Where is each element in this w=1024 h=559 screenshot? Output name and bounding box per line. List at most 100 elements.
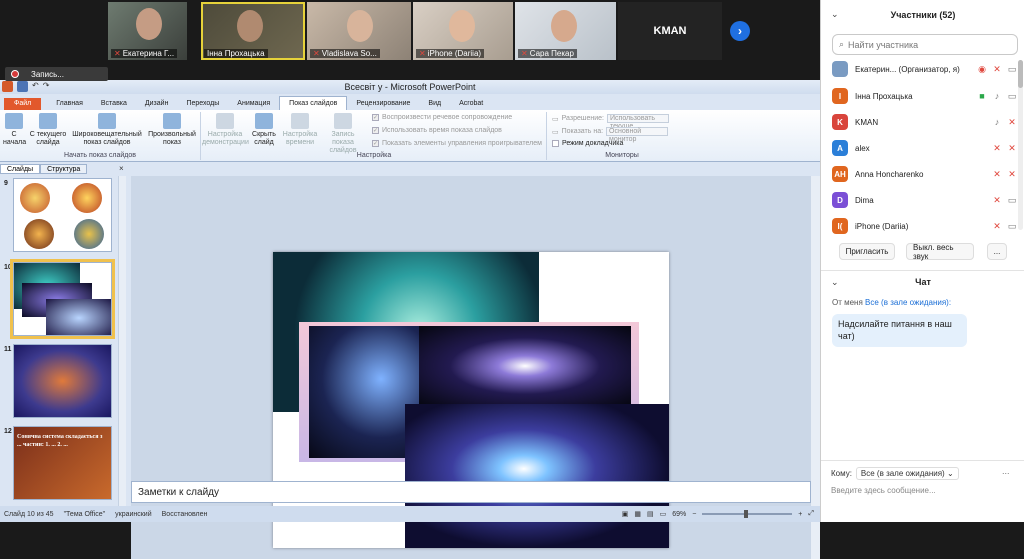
recording-indicator[interactable]: Запись... bbox=[5, 67, 108, 81]
video-icon[interactable]: ▭ bbox=[1006, 91, 1018, 102]
slide-thumbnail[interactable] bbox=[13, 178, 112, 252]
save-icon[interactable] bbox=[17, 81, 28, 92]
setup-label: Настройка демонстрации bbox=[202, 131, 249, 146]
use-timings-label: Использовать время показа слайдов bbox=[382, 127, 502, 134]
from-current-slide-button[interactable]: С текущего слайда bbox=[29, 113, 67, 147]
mic-muted-icon[interactable]: ✕ bbox=[991, 221, 1003, 232]
record-label: Запись показа слайдов bbox=[329, 131, 357, 154]
video-off-icon[interactable]: ✕ bbox=[1006, 117, 1018, 128]
slide[interactable] bbox=[273, 252, 669, 548]
canvas-scrollbar[interactable] bbox=[811, 176, 820, 559]
tab-transitions[interactable]: Переходы bbox=[177, 98, 228, 110]
video-tile-active-speaker[interactable]: Інна Прохацька bbox=[201, 2, 305, 60]
chat-recipient[interactable]: Все (в зале ожидания): bbox=[865, 298, 951, 307]
tab-animations[interactable]: Анимация bbox=[228, 98, 279, 110]
tab-file[interactable]: Файл bbox=[4, 98, 42, 110]
participant-row[interactable]: A alex ✕ ✕ bbox=[832, 137, 1018, 159]
tab-design[interactable]: Дизайн bbox=[136, 98, 178, 110]
video-off-icon[interactable]: ✕ bbox=[1006, 169, 1018, 180]
mic-muted-icon[interactable]: ✕ bbox=[991, 64, 1003, 75]
video-icon[interactable]: ▭ bbox=[1006, 221, 1018, 232]
presenter-view-checkbox[interactable]: Режим докладчика bbox=[552, 140, 623, 147]
recipient-dropdown[interactable]: Все (в зале ожидания) ⌄ bbox=[855, 467, 959, 480]
video-tile[interactable]: ✕ Vladislava So... bbox=[307, 2, 411, 60]
mute-all-button[interactable]: Выкл. весь звук bbox=[906, 243, 974, 261]
recording-icon: ◉ bbox=[978, 63, 986, 74]
show-on-select[interactable]: Основной монитор bbox=[606, 127, 669, 143]
rehearse-timings-button[interactable]: Настройка времени bbox=[281, 113, 319, 147]
participant-row[interactable]: AH Anna Honcharenko ✕ ✕ bbox=[832, 163, 1018, 185]
mic-muted-icon[interactable]: ✕ bbox=[991, 195, 1003, 206]
video-off-icon[interactable]: ✕ bbox=[1006, 143, 1018, 154]
planet-cutaway-image bbox=[74, 219, 104, 249]
normal-view-icon[interactable]: ▣ bbox=[622, 510, 629, 518]
show-on-label: Показать на: bbox=[561, 128, 604, 135]
video-tile-kman[interactable]: KMAN bbox=[618, 2, 722, 60]
chat-more-button[interactable]: ... bbox=[1002, 466, 1010, 476]
participant-face bbox=[237, 10, 263, 42]
play-narrations-checkbox[interactable]: ✓ Воспроизвести речевое сопровождение bbox=[372, 114, 512, 121]
galaxy-image-4[interactable] bbox=[405, 404, 669, 548]
thumbnails-scrollbar[interactable] bbox=[118, 176, 126, 506]
galaxy-image-3[interactable] bbox=[419, 326, 631, 406]
tab-slides[interactable]: Слайды bbox=[0, 164, 41, 174]
zoom-level[interactable]: 69% bbox=[672, 511, 686, 518]
zoom-slider[interactable] bbox=[702, 510, 793, 518]
slide-thumbnail-selected[interactable] bbox=[10, 259, 115, 339]
reading-view-icon[interactable]: ▤ bbox=[647, 510, 654, 518]
show-media-controls-checkbox[interactable]: ✓ Показать элементы управления проигрыват… bbox=[372, 140, 542, 147]
tab-insert[interactable]: Вставка bbox=[92, 98, 136, 110]
participant-row[interactable]: I( iPhone (Dariia) ✕ ▭ bbox=[832, 215, 1018, 237]
resolution-select[interactable]: Использовать текуще... bbox=[607, 114, 669, 130]
chat-sender: От меня bbox=[832, 298, 863, 307]
mic-muted-icon[interactable]: ✕ bbox=[991, 143, 1003, 154]
record-slideshow-button[interactable]: Запись показа слайдов bbox=[320, 113, 366, 155]
next-page-button[interactable]: › bbox=[730, 21, 750, 41]
tab-home[interactable]: Главная bbox=[47, 98, 92, 110]
from-beginning-button[interactable]: С начала bbox=[3, 113, 26, 147]
participant-face bbox=[136, 8, 162, 40]
chat-message-input[interactable]: Введите здесь сообщение... bbox=[831, 486, 1015, 495]
slideshow-view-icon[interactable]: ▭ bbox=[660, 510, 667, 518]
video-icon[interactable]: ▭ bbox=[1006, 195, 1018, 206]
panel-tabs: Слайды Структура bbox=[0, 164, 128, 174]
setup-slideshow-button[interactable]: Настройка демонстрации bbox=[202, 113, 249, 147]
sorter-view-icon[interactable]: ▦ bbox=[634, 510, 641, 518]
video-tile[interactable]: ✕ Сара Пекар bbox=[515, 2, 616, 60]
zoom-in-icon[interactable]: + bbox=[798, 511, 802, 518]
participant-search-input[interactable]: ⌕ Найти участника bbox=[832, 34, 1018, 55]
tab-view[interactable]: Вид bbox=[419, 98, 450, 110]
close-icon[interactable]: × bbox=[119, 164, 124, 173]
tab-slide-show[interactable]: Показ слайдов bbox=[279, 96, 348, 110]
checkbox-checked-icon: ✓ bbox=[372, 140, 379, 147]
more-options-button[interactable]: ... bbox=[987, 243, 1007, 260]
fit-window-icon[interactable]: ⤢ bbox=[808, 510, 814, 518]
zoom-out-icon[interactable]: − bbox=[692, 511, 696, 518]
mic-icon[interactable]: ♪ bbox=[991, 117, 1003, 127]
broadcast-slideshow-button[interactable]: Широковещательный показ слайдов bbox=[70, 113, 144, 147]
invite-button[interactable]: Пригласить bbox=[839, 243, 895, 260]
divider bbox=[821, 460, 1024, 461]
hide-slide-button[interactable]: Скрыть слайд bbox=[250, 113, 278, 147]
video-tile[interactable]: ✕ iPhone (Dariia) bbox=[413, 2, 513, 60]
undo-icon[interactable]: ↶ bbox=[32, 81, 39, 92]
participant-row[interactable]: І Інна Прохацька ■ ♪ ▭ bbox=[832, 85, 1018, 107]
tab-acrobat[interactable]: Acrobat bbox=[450, 98, 492, 110]
zoom-side-panel: ⌄ Участники (52) ⌕ Найти участника Екатер… bbox=[820, 0, 1024, 522]
custom-slideshow-button[interactable]: Произвольный показ bbox=[146, 113, 198, 147]
video-icon[interactable]: ▭ bbox=[1006, 64, 1018, 75]
participants-scrollbar[interactable] bbox=[1018, 60, 1023, 230]
tab-outline[interactable]: Структура bbox=[40, 164, 88, 174]
slide-thumbnail[interactable] bbox=[13, 344, 112, 418]
redo-icon[interactable]: ↷ bbox=[43, 81, 50, 92]
slide-thumbnail[interactable]: Сонячна система складається з ... частин… bbox=[13, 426, 112, 500]
tab-review[interactable]: Рецензирование bbox=[347, 98, 419, 110]
video-tile[interactable]: ✕ Екатерина Г... bbox=[108, 2, 187, 60]
participant-row[interactable]: K KMAN ♪ ✕ bbox=[832, 111, 1018, 133]
mic-muted-icon[interactable]: ✕ bbox=[991, 169, 1003, 180]
mic-icon[interactable]: ♪ bbox=[991, 91, 1003, 101]
use-timings-checkbox[interactable]: ✓ Использовать время показа слайдов bbox=[372, 127, 502, 134]
participant-row[interactable]: D Dima ✕ ▭ bbox=[832, 189, 1018, 211]
notes-pane[interactable]: Заметки к слайду bbox=[131, 481, 811, 503]
participant-row[interactable]: Екатерин... (Организатор, я) ◉ ✕ ▭ bbox=[832, 58, 1018, 80]
